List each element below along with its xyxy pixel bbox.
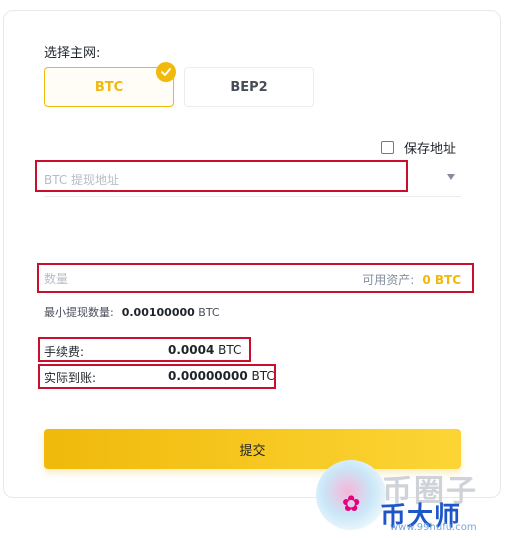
min-withdraw-unit: BTC: [198, 306, 220, 319]
min-withdraw-value: 0.00100000: [121, 306, 195, 319]
min-withdraw-info: 最小提现数量: 0.00100000 BTC: [44, 304, 220, 320]
available-label: 可用资产:: [362, 273, 415, 287]
network-label: 选择主网:: [44, 46, 101, 61]
watermark-url: www.99hufu.com: [390, 522, 477, 533]
selected-check-icon: [156, 62, 176, 82]
watermark-logo: ✿ 币圈子 币大师 www.99hufu.com: [310, 458, 509, 538]
flower-icon: ✿: [342, 492, 361, 517]
chevron-down-icon[interactable]: [447, 174, 455, 180]
fee-row: 手续费: 0.0004 BTC: [44, 343, 284, 361]
address-field: [44, 166, 461, 197]
available-balance: 可用资产: 0 BTC: [362, 271, 461, 288]
fee-value: 0.0004: [168, 343, 215, 357]
fee-value-group: 0.0004 BTC: [168, 343, 241, 357]
address-input[interactable]: [44, 166, 424, 194]
network-option-btc[interactable]: BTC: [44, 67, 174, 107]
received-label: 实际到账:: [44, 371, 97, 385]
received-unit: BTC: [251, 369, 275, 383]
amount-field: 可用资产: 0 BTC: [44, 266, 461, 292]
available-value: 0 BTC: [422, 273, 461, 287]
network-option-bep2[interactable]: BEP2: [184, 67, 314, 107]
save-address-toggle[interactable]: 保存地址: [381, 138, 456, 157]
received-value: 0.00000000: [168, 369, 248, 383]
amount-input[interactable]: [44, 269, 294, 289]
network-option-label: BTC: [94, 79, 124, 95]
received-value-group: 0.00000000 BTC: [168, 369, 275, 383]
network-option-label: BEP2: [230, 79, 268, 95]
save-address-label: 保存地址: [404, 142, 457, 157]
fee-label: 手续费:: [44, 345, 85, 359]
received-row: 实际到账: 0.00000000 BTC: [44, 369, 284, 387]
save-address-checkbox[interactable]: [381, 141, 394, 154]
min-withdraw-label: 最小提现数量:: [44, 306, 114, 319]
fee-unit: BTC: [218, 343, 242, 357]
